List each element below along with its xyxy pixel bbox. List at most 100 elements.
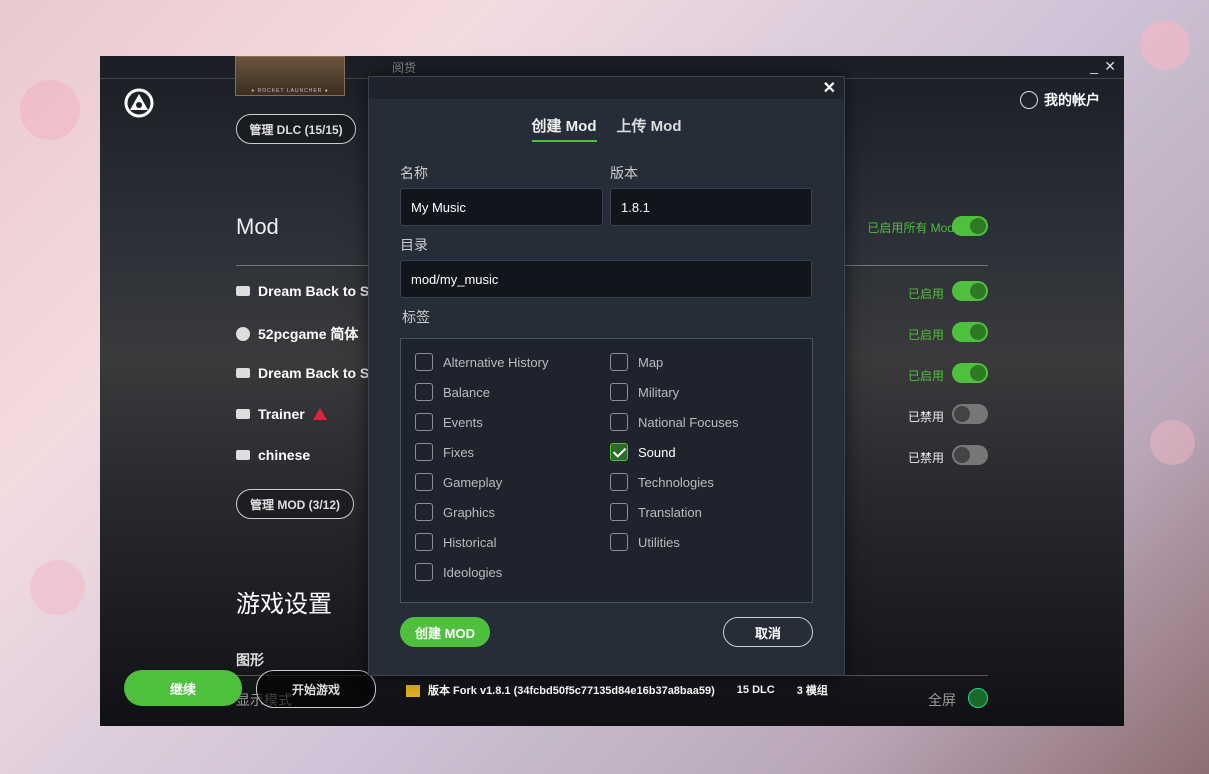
tag-checkbox[interactable]: Historical [415, 533, 496, 551]
fullscreen-radio[interactable] [968, 688, 988, 708]
checkbox[interactable] [415, 383, 433, 401]
tag-label: Military [638, 384, 680, 400]
tag-checkbox[interactable]: Utilities [610, 533, 680, 551]
tag-label: Fixes [443, 444, 475, 460]
tag-checkbox[interactable]: Translation [610, 503, 702, 521]
drive-icon [236, 409, 250, 419]
manage-mod-button[interactable]: 管理 MOD (3/12) [236, 489, 354, 519]
mod-row[interactable]: Dream Back to S [236, 365, 369, 381]
manage-dlc-button[interactable]: 管理 DLC (15/15) [236, 114, 356, 144]
tag-checkbox[interactable]: Map [610, 353, 663, 371]
wallpaper-blossom [20, 80, 80, 140]
close-icon[interactable]: ✕ [823, 78, 836, 98]
tag-label: Sound [638, 444, 676, 460]
tag-checkbox[interactable]: Alternative History [415, 353, 548, 371]
mod-status: 已启用 [907, 369, 944, 383]
version-input[interactable] [610, 188, 812, 226]
checkbox[interactable] [610, 473, 628, 491]
checkbox[interactable] [415, 533, 433, 551]
account-menu[interactable]: 我的帐户 [1020, 90, 1100, 110]
mod-row[interactable]: 52pcgame 简体 [236, 324, 358, 344]
directory-label: 目录 [400, 237, 428, 253]
minimize-button[interactable]: _ [1090, 58, 1098, 74]
checkbox[interactable] [415, 443, 433, 461]
tab-create-mod[interactable]: 创建 Mod [531, 115, 597, 142]
wallpaper-blossom [1150, 420, 1195, 465]
mod-toggle[interactable] [952, 281, 988, 301]
tags-label: 标签 [402, 309, 430, 325]
footer-info: 版本 Fork v1.8.1 (34fcbd50f5c77135d84e16b3… [406, 682, 828, 698]
enable-all-toggle[interactable] [952, 216, 988, 236]
tab-upload-mod[interactable]: 上传 Mod [617, 115, 682, 142]
checkbox[interactable] [610, 353, 628, 371]
mod-name: 52pcgame 简体 [258, 326, 359, 342]
tag-checkbox[interactable]: Balance [415, 383, 490, 401]
menu-label[interactable]: 阅货 [392, 59, 416, 76]
tag-label: Historical [443, 534, 497, 550]
checkbox[interactable] [415, 413, 433, 431]
start-game-button[interactable]: 开始游戏 [256, 670, 376, 708]
enable-all-label: 已启用所有 Mod [867, 221, 954, 235]
checkbox[interactable] [415, 563, 433, 581]
create-mod-button[interactable]: 创建 MOD [400, 617, 490, 647]
mod-row[interactable]: chinese [236, 447, 310, 463]
drive-icon [236, 450, 250, 460]
continue-button[interactable]: 继续 [124, 670, 242, 706]
tag-label: Events [443, 414, 483, 430]
graphics-heading: 图形 [236, 652, 264, 668]
tag-checkbox[interactable]: Ideologies [415, 563, 502, 581]
mod-toggle[interactable] [952, 363, 988, 383]
tag-checkbox[interactable]: National Focuses [610, 413, 738, 431]
tag-checkbox[interactable]: Gameplay [415, 473, 502, 491]
mod-name: chinese [258, 447, 311, 463]
mod-status: 已启用 [907, 287, 944, 301]
mod-name: Dream Back to S [258, 365, 370, 381]
mod-status: 已禁用 [907, 451, 944, 465]
checkbox[interactable] [610, 413, 628, 431]
fullscreen-label: 全屏 [928, 692, 956, 708]
tag-checkbox[interactable]: Sound [610, 443, 676, 461]
wallpaper-blossom [30, 560, 85, 615]
checkbox[interactable] [415, 503, 433, 521]
game-settings-title: 游戏设置 [236, 591, 332, 618]
checkbox[interactable] [415, 353, 433, 371]
mod-row[interactable]: Trainer [236, 406, 327, 422]
cancel-button[interactable]: 取消 [723, 617, 813, 647]
name-input[interactable] [400, 188, 603, 226]
mod-toggle[interactable] [952, 322, 988, 342]
window-close-button[interactable]: ✕ [1104, 58, 1116, 75]
tag-label: Graphics [443, 504, 496, 520]
checkbox[interactable] [415, 473, 433, 491]
name-label: 名称 [400, 165, 428, 181]
checkbox[interactable] [610, 503, 628, 521]
mod-toggle[interactable] [952, 445, 988, 465]
tag-checkbox[interactable]: Military [610, 383, 679, 401]
checkbox-checked[interactable] [610, 443, 628, 461]
warning-icon [312, 408, 327, 420]
mod-count: 3 模组 [796, 685, 828, 697]
mod-section-title: Mod [236, 214, 279, 239]
tag-checkbox[interactable]: Fixes [415, 443, 474, 461]
version-label: 版本 [610, 165, 638, 181]
version-text: 版本 Fork v1.8.1 (34fcbd50f5c77135d84e16b3… [428, 685, 715, 697]
tag-checkbox[interactable]: Graphics [415, 503, 495, 521]
rocket-caption: ● ROCKET LAUNCHER ● [251, 88, 329, 94]
tag-label: Utilities [638, 534, 680, 550]
checkbox[interactable] [610, 383, 628, 401]
mod-row[interactable]: Dream Back to S [236, 283, 369, 299]
drive-icon [236, 368, 250, 378]
mod-name: Trainer [258, 406, 305, 422]
tag-checkbox[interactable]: Events [415, 413, 483, 431]
create-mod-dialog: ✕ 创建 Mod 上传 Mod 名称 版本 目录 标签 Alternative … [368, 76, 845, 676]
tag-checkbox[interactable]: Technologies [610, 473, 714, 491]
drive-icon [236, 286, 250, 296]
mod-toggle[interactable] [952, 404, 988, 424]
tag-label: Ideologies [443, 564, 503, 580]
directory-input[interactable] [400, 260, 812, 298]
dialog-header: ✕ [369, 77, 844, 99]
mod-status: 已启用 [907, 328, 944, 342]
mod-name: Dream Back to S [258, 283, 370, 299]
tag-label: Gameplay [443, 474, 503, 490]
rocket-launcher-thumbnail: ● ROCKET LAUNCHER ● [235, 56, 345, 96]
checkbox[interactable] [610, 533, 628, 551]
